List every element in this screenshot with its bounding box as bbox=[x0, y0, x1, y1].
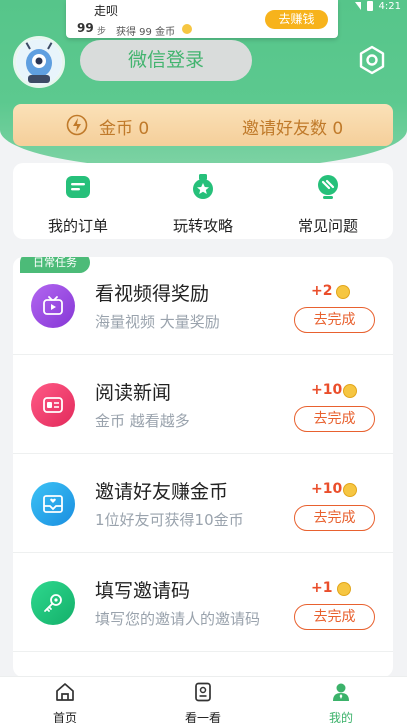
quick-menu: 我的订单 玩转攻略 常见问题 bbox=[13, 163, 393, 239]
gear-icon bbox=[359, 45, 385, 75]
coin-count[interactable]: 金币 0 bbox=[99, 114, 149, 139]
coin-icon bbox=[336, 285, 350, 299]
complete-button[interactable]: 去完成 bbox=[294, 505, 375, 531]
coin-icon bbox=[182, 24, 192, 34]
settings-button[interactable] bbox=[356, 44, 388, 76]
bottom-navigation: 首页 看一看 我的 bbox=[0, 676, 407, 723]
step-notification[interactable]: 走呗 99 步 获得 99 金币 去赚钱 bbox=[66, 0, 338, 38]
task-title: 看视频得奖励 bbox=[95, 283, 210, 305]
menu-item-orders[interactable]: 我的订单 bbox=[23, 163, 133, 239]
notification-steps-unit: 步 bbox=[97, 27, 107, 37]
task-title: 阅读新闻 bbox=[95, 382, 172, 404]
task-row-invite[interactable]: 邀请好友赚金币 1位好友可获得10金币 +10 去完成 bbox=[13, 455, 393, 553]
menu-item-label: 常见问题 bbox=[297, 217, 358, 235]
home-icon bbox=[56, 683, 74, 701]
battery-icon bbox=[366, 1, 373, 11]
daily-tasks-panel: 看视频得奖励 海量视频 大量奖励 +2 去完成 阅读新闻 金币 越看越多 +10… bbox=[13, 257, 393, 677]
notification-title: 走呗 bbox=[94, 4, 119, 18]
task-subtitle: 海量视频 大量奖励 bbox=[95, 313, 220, 331]
menu-item-faq[interactable]: 常见问题 bbox=[273, 163, 383, 239]
nav-item-mine[interactable]: 我的 bbox=[296, 677, 386, 723]
task-title: 邀请好友赚金币 bbox=[95, 481, 229, 503]
task-subtitle: 1位好友可获得10金币 bbox=[95, 511, 244, 529]
task-reward: +2 bbox=[311, 283, 333, 299]
coin-icon bbox=[337, 582, 351, 596]
complete-button[interactable]: 去完成 bbox=[294, 307, 375, 333]
tv-icon bbox=[43, 296, 63, 315]
coin-summary-bar: 金币 0 邀请好友数 0 bbox=[13, 104, 393, 146]
nav-item-label: 我的 bbox=[328, 711, 353, 723]
nav-item-label: 看一看 bbox=[184, 711, 221, 723]
task-subtitle: 金币 越看越多 bbox=[95, 412, 190, 430]
invite-count[interactable]: 邀请好友数 0 bbox=[242, 114, 343, 139]
order-icon bbox=[66, 176, 90, 198]
coin-icon bbox=[343, 384, 357, 398]
task-title: 填写邀请码 bbox=[95, 580, 191, 602]
nav-item-watch[interactable]: 看一看 bbox=[158, 677, 248, 723]
coin-icon bbox=[343, 483, 357, 497]
key-icon-badge bbox=[31, 581, 75, 625]
wechat-login-button[interactable]: 微信登录 bbox=[80, 40, 252, 81]
signal-icon bbox=[354, 2, 361, 10]
person-icon bbox=[333, 683, 349, 701]
task-row-news[interactable]: 阅读新闻 金币 越看越多 +10 去完成 bbox=[13, 356, 393, 454]
question-bulb-icon bbox=[318, 175, 338, 199]
guide-medal-icon bbox=[193, 174, 213, 199]
earn-money-button[interactable]: 去赚钱 bbox=[265, 10, 328, 29]
avatar[interactable] bbox=[13, 36, 65, 88]
nav-item-home[interactable]: 首页 bbox=[20, 677, 110, 723]
menu-item-guide[interactable]: 玩转攻略 bbox=[148, 163, 258, 239]
invite-envelope-icon bbox=[43, 495, 63, 513]
daily-tasks-tag: 日常任务 bbox=[20, 257, 90, 273]
complete-button[interactable]: 去完成 bbox=[294, 406, 375, 432]
news-card-icon bbox=[43, 397, 63, 413]
status-time: 4:21 bbox=[378, 0, 401, 12]
tv-icon-badge bbox=[31, 284, 75, 328]
task-reward: +10 bbox=[311, 382, 343, 398]
lightning-coin-icon bbox=[66, 114, 88, 136]
news-icon-badge bbox=[31, 383, 75, 427]
notification-earned-text: 获得 99 金币 bbox=[116, 27, 176, 38]
nav-item-label: 首页 bbox=[52, 711, 77, 723]
task-subtitle: 填写您的邀请人的邀请码 bbox=[95, 610, 261, 628]
key-icon bbox=[44, 594, 62, 612]
notification-steps: 99 bbox=[77, 21, 94, 35]
invite-icon-badge bbox=[31, 482, 75, 526]
menu-item-label: 玩转攻略 bbox=[172, 217, 233, 235]
complete-button[interactable]: 去完成 bbox=[294, 604, 375, 630]
alien-avatar-icon bbox=[16, 39, 62, 85]
task-row-invite-code[interactable]: 填写邀请码 填写您的邀请人的邀请码 +1 去完成 bbox=[13, 554, 393, 652]
task-reward: +1 bbox=[311, 580, 333, 596]
task-reward: +10 bbox=[311, 481, 343, 497]
menu-item-label: 我的订单 bbox=[47, 217, 108, 235]
watch-card-icon bbox=[195, 682, 211, 702]
